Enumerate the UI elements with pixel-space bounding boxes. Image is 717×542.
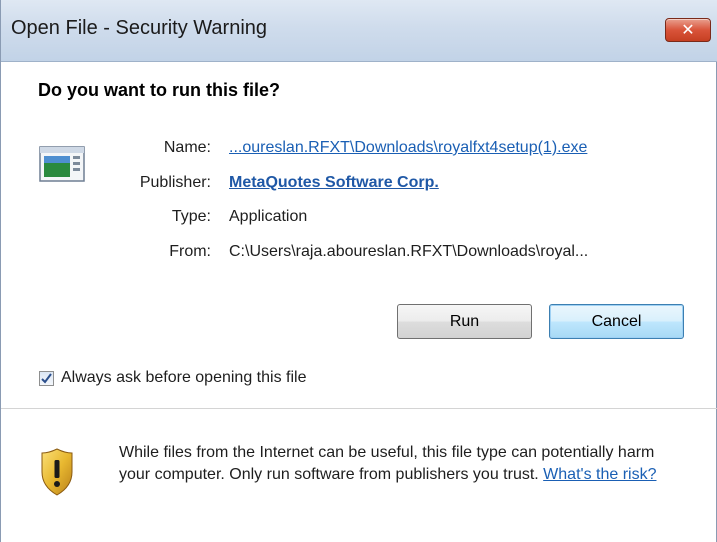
publisher-link[interactable]: MetaQuotes Software Corp.: [229, 174, 439, 192]
application-file-icon: [39, 146, 85, 182]
from-label: From:: [169, 243, 211, 260]
whats-the-risk-link[interactable]: What's the risk?: [543, 466, 656, 483]
type-value: Application: [229, 208, 308, 225]
close-button[interactable]: ✕: [665, 18, 711, 42]
file-name-link[interactable]: ...oureslan.RFXT\Downloads\royalfxt4setu…: [229, 139, 587, 157]
always-ask-checkbox[interactable]: [39, 371, 54, 386]
title-bar[interactable]: Open File - Security Warning ✕: [1, 0, 717, 62]
section-divider: [1, 408, 717, 409]
close-icon: ✕: [681, 22, 695, 39]
from-value: C:\Users\raja.aboureslan.RFXT\Downloads\…: [229, 243, 589, 260]
publisher-label: Publisher:: [139, 174, 211, 191]
security-warning-dialog: Open File - Security Warning ✕ Do you wa…: [0, 0, 717, 542]
name-label: Name:: [163, 139, 211, 156]
checkmark-icon: [41, 373, 52, 384]
dialog-question: Do you want to run this file?: [38, 80, 280, 100]
cancel-button[interactable]: Cancel: [549, 304, 684, 339]
type-label: Type:: [171, 208, 211, 225]
window-title: Open File - Security Warning: [11, 17, 268, 39]
shield-warning-icon: [41, 448, 73, 496]
run-button[interactable]: Run: [397, 304, 532, 339]
warning-message: While files from the Internet can be use…: [119, 442, 689, 486]
always-ask-label[interactable]: Always ask before opening this file: [61, 369, 306, 387]
